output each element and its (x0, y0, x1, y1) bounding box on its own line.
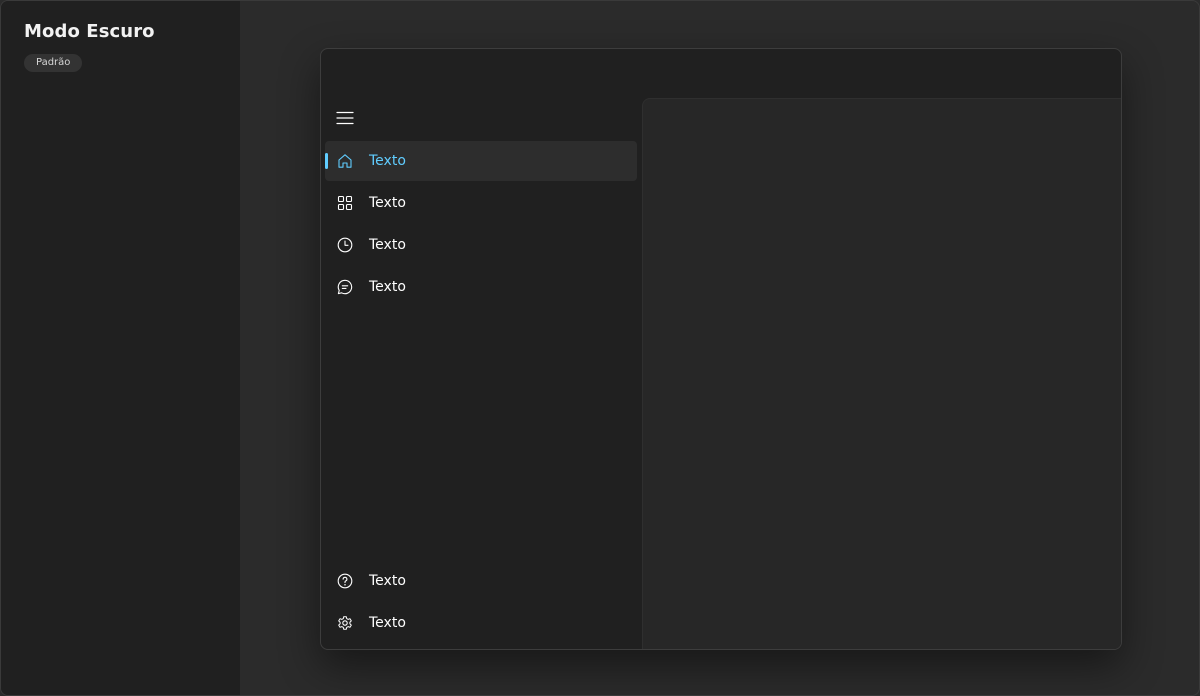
nav-item-help[interactable]: Texto (325, 561, 637, 601)
window-titlebar[interactable] (321, 49, 1121, 99)
page-frame: Modo Escuro Padrão Texto Texto Texto Tex… (0, 0, 1200, 696)
home-icon (338, 154, 352, 168)
nav-item-label: Texto (369, 615, 406, 631)
nav-item-chat[interactable]: Texto (325, 267, 637, 307)
nav-item-label: Texto (369, 279, 406, 295)
navigation-pane: Texto Texto Texto Texto Texto Texto (321, 99, 642, 649)
nav-item-recent[interactable]: Texto (325, 225, 637, 265)
nav-item-label: Texto (369, 573, 406, 589)
nav-item-label: Texto (369, 153, 406, 169)
nav-item-label: Texto (369, 237, 406, 253)
nav-item-settings[interactable]: Texto (325, 603, 637, 643)
variant-info-panel: Modo Escuro Padrão (1, 1, 240, 695)
nav-item-label: Texto (369, 195, 406, 211)
settings-gear-icon (338, 616, 352, 630)
nav-item-home[interactable]: Texto (325, 141, 637, 181)
selection-indicator (325, 153, 328, 169)
variant-title: Modo Escuro (24, 21, 155, 42)
hamburger-menu-icon (336, 111, 354, 125)
chat-icon (337, 279, 353, 295)
help-icon (337, 573, 353, 589)
nav-item-apps[interactable]: Texto (325, 183, 637, 223)
variant-badge: Padrão (24, 54, 83, 72)
content-area (642, 98, 1121, 649)
clock-icon (337, 237, 353, 253)
menu-toggle-button[interactable] (325, 99, 365, 137)
apps-grid-icon (337, 195, 353, 211)
app-window: Texto Texto Texto Texto Texto Texto (320, 48, 1122, 650)
